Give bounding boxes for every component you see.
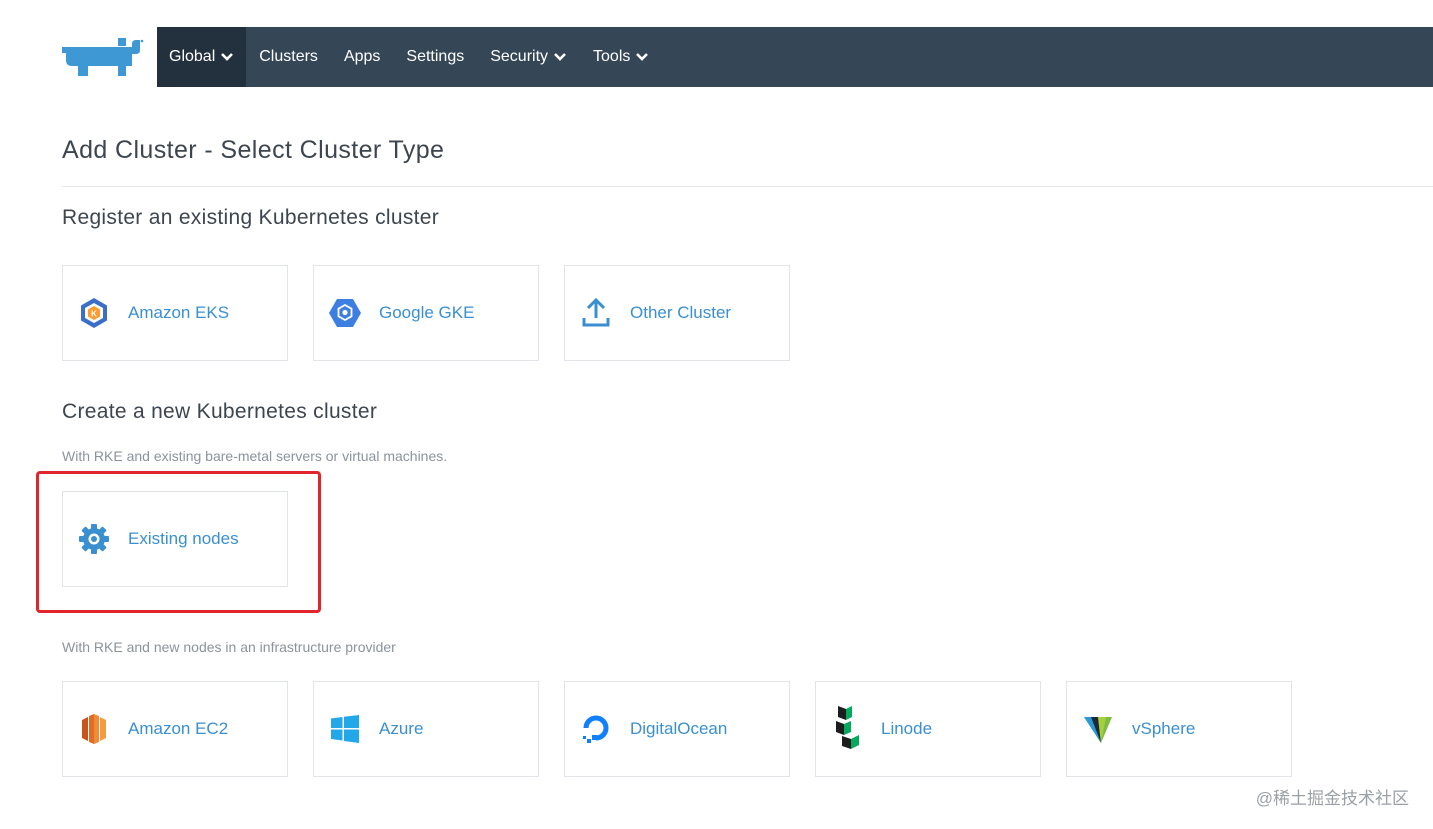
nav-tools[interactable]: Tools bbox=[580, 27, 662, 87]
card-label: Linode bbox=[881, 719, 933, 738]
card-google-gke[interactable]: Google GKE bbox=[313, 265, 539, 361]
nav-global[interactable]: Global bbox=[157, 27, 247, 87]
vsphere-icon bbox=[1081, 712, 1115, 746]
card-amazon-eks[interactable]: K Amazon EKS bbox=[62, 265, 288, 361]
card-label: Azure bbox=[379, 719, 424, 738]
register-section-title: Register an existing Kubernetes cluster bbox=[62, 206, 440, 229]
nav-apps-label: Apps bbox=[343, 48, 381, 65]
card-digitalocean[interactable]: DigitalOcean bbox=[564, 681, 790, 777]
nav-clusters-label: Clusters bbox=[259, 48, 318, 65]
page-title: Add Cluster - Select Cluster Type bbox=[62, 136, 445, 164]
nav-security-label: Security bbox=[490, 48, 549, 65]
existing-nodes-description: With RKE and existing bare-metal servers… bbox=[62, 448, 448, 464]
digitalocean-icon bbox=[579, 712, 613, 746]
svg-text:K: K bbox=[91, 310, 97, 319]
card-vsphere[interactable]: vSphere bbox=[1066, 681, 1292, 777]
watermark: @稀土掘金技术社区 bbox=[1255, 789, 1409, 808]
nav-clusters[interactable]: Clusters bbox=[246, 27, 331, 87]
nav-settings-label: Settings bbox=[406, 48, 465, 65]
chevron-down-icon bbox=[221, 53, 234, 61]
card-label: Amazon EC2 bbox=[128, 719, 229, 738]
card-label: vSphere bbox=[1132, 719, 1196, 738]
create-section-title: Create a new Kubernetes cluster bbox=[62, 400, 378, 423]
amazon-ec2-icon bbox=[77, 712, 111, 746]
linode-icon bbox=[830, 706, 864, 749]
card-linode[interactable]: Linode bbox=[815, 681, 1041, 777]
top-navbar: Global Clusters Apps Settings Security T… bbox=[157, 27, 1433, 87]
nav-tools-label: Tools bbox=[593, 48, 631, 65]
divider bbox=[62, 186, 1433, 187]
chevron-down-icon bbox=[636, 53, 649, 61]
nav-global-label: Global bbox=[169, 48, 216, 65]
windows-icon bbox=[328, 712, 362, 746]
card-label: DigitalOcean bbox=[630, 719, 728, 738]
provider-description: With RKE and new nodes in an infrastruct… bbox=[62, 639, 396, 655]
card-azure[interactable]: Azure bbox=[313, 681, 539, 777]
card-existing-nodes[interactable]: Existing nodes bbox=[62, 491, 288, 587]
nav-security[interactable]: Security bbox=[477, 27, 580, 87]
card-label: Existing nodes bbox=[128, 529, 239, 548]
card-label: Other Cluster bbox=[630, 303, 732, 322]
upload-icon bbox=[579, 296, 613, 330]
card-label: Google GKE bbox=[379, 303, 475, 322]
gear-icon bbox=[77, 522, 111, 556]
nav-settings[interactable]: Settings bbox=[393, 27, 477, 87]
amazon-eks-icon: K bbox=[77, 296, 111, 330]
google-gke-icon bbox=[328, 296, 362, 330]
nav-apps[interactable]: Apps bbox=[331, 27, 393, 87]
card-other-cluster[interactable]: Other Cluster bbox=[564, 265, 790, 361]
card-amazon-ec2[interactable]: Amazon EC2 bbox=[62, 681, 288, 777]
card-label: Amazon EKS bbox=[128, 303, 230, 322]
chevron-down-icon bbox=[554, 53, 566, 61]
rancher-logo-icon[interactable] bbox=[60, 36, 144, 80]
